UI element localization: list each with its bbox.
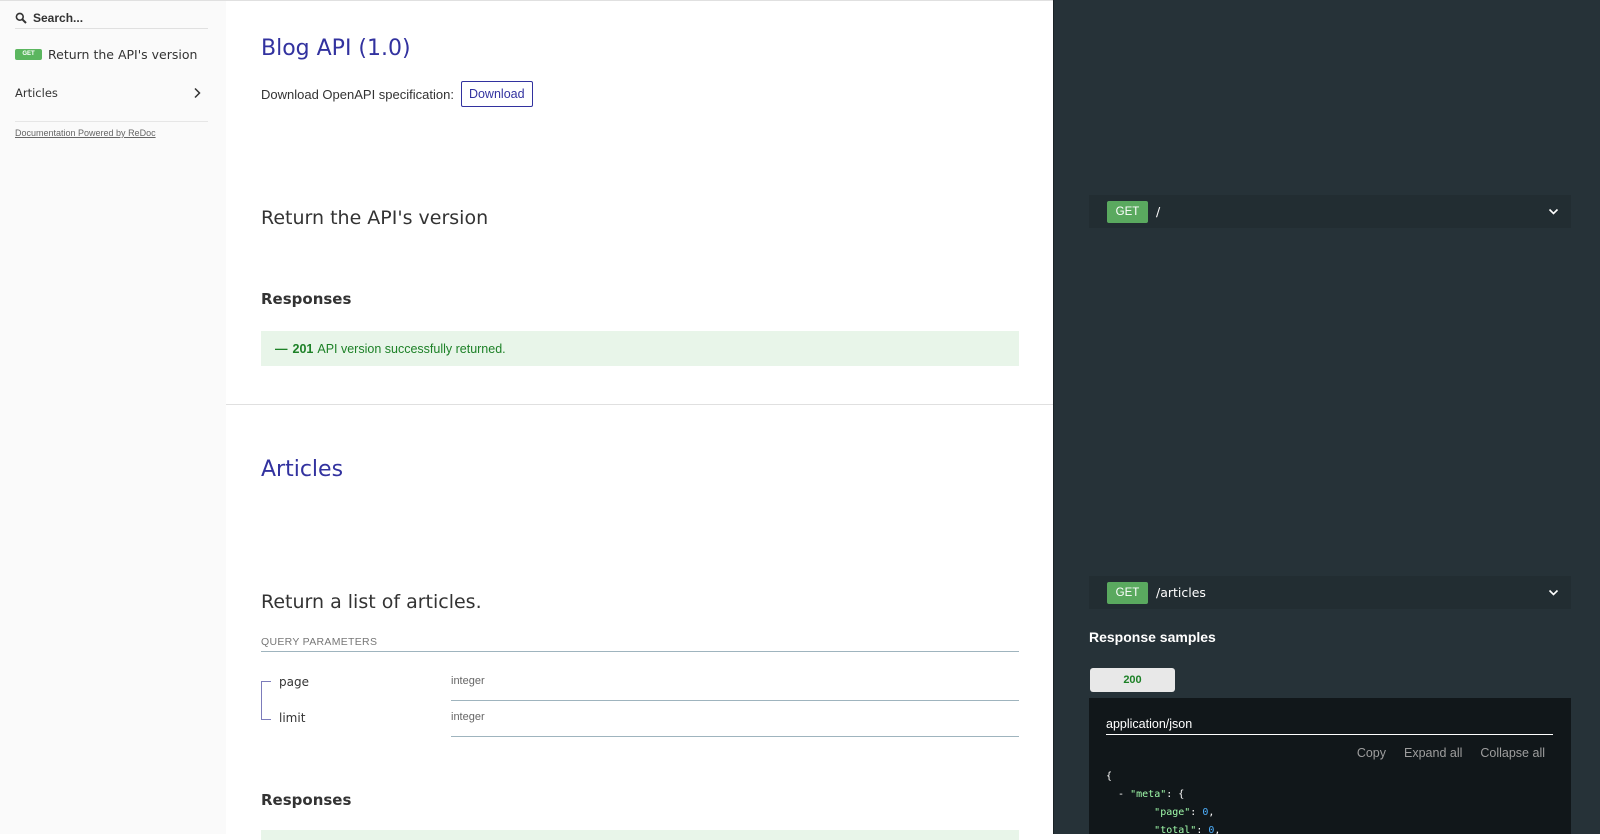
http-verb-badge: GET	[1107, 200, 1148, 223]
json-collapse-toggle[interactable]: -	[1118, 789, 1124, 800]
sidebar: GET Return the API's version Articles Do…	[0, 0, 226, 834]
response-sample-box: application/json Copy Expand all Collaps…	[1089, 698, 1571, 836]
download-text: Download OpenAPI specification:	[261, 86, 454, 102]
param-type: integer	[451, 675, 1019, 701]
tab-status-200[interactable]: 200	[1090, 668, 1175, 692]
sidebar-item-articles[interactable]: Articles	[0, 83, 226, 103]
response-description: API version successfully returned.	[317, 341, 506, 356]
endpoint-get-root[interactable]: GET /	[1089, 195, 1571, 228]
chevron-down-icon[interactable]	[1548, 206, 1559, 217]
search-input[interactable]	[33, 10, 203, 25]
sidebar-item-return-version[interactable]: GET Return the API's version	[0, 44, 226, 64]
param-name: limit	[279, 711, 306, 725]
response-samples-heading: Response samples	[1089, 629, 1216, 645]
param-row-limit: limit integer	[261, 701, 1019, 737]
collapse-all-button[interactable]: Collapse all	[1480, 746, 1545, 760]
download-row: Download OpenAPI specification: Download	[261, 81, 533, 107]
main-content: Blog API (1.0) Download OpenAPI specific…	[226, 0, 1053, 840]
json-punct: : {	[1166, 789, 1185, 800]
query-parameters-heading: QUERY PARAMETERS	[261, 636, 1019, 652]
operation-title-articles: Return a list of articles.	[261, 591, 482, 613]
json-open-brace: {	[1106, 771, 1113, 782]
param-name: page	[279, 675, 309, 689]
download-button[interactable]: Download	[460, 81, 533, 107]
page-title: Blog API (1.0)	[261, 36, 411, 61]
json-key: "page"	[1154, 807, 1191, 818]
powered-by-link[interactable]: Documentation Powered by ReDoc	[15, 128, 156, 138]
sidebar-divider	[15, 121, 208, 122]
collapse-dash: —	[275, 341, 288, 356]
copy-button[interactable]: Copy	[1357, 746, 1386, 760]
json-key: "total"	[1154, 825, 1197, 836]
param-type: integer	[451, 711, 1019, 737]
search-icon	[15, 12, 27, 24]
chevron-right-icon[interactable]	[192, 87, 202, 99]
responses-heading: Responses	[261, 290, 352, 308]
search-box	[15, 7, 208, 29]
json-sample: { - "meta": { "page": 0, "total": 0,	[1106, 771, 1221, 836]
section-divider	[226, 404, 1053, 405]
responses-heading: Responses	[261, 791, 352, 809]
expand-all-button[interactable]: Expand all	[1404, 746, 1462, 760]
endpoint-path: /articles	[1156, 585, 1206, 600]
response-code: 201	[292, 341, 314, 356]
sidebar-item-label: Articles	[15, 86, 58, 100]
sample-actions: Copy Expand all Collapse all	[1357, 746, 1545, 760]
http-verb-badge: GET	[1107, 581, 1148, 604]
param-row-page: page integer	[261, 665, 1019, 701]
section-title-articles: Articles	[261, 457, 344, 482]
sidebar-item-label: Return the API's version	[48, 46, 198, 62]
chevron-down-icon[interactable]	[1548, 587, 1559, 598]
endpoint-path: /	[1156, 204, 1161, 219]
content-type-select[interactable]: application/json	[1106, 717, 1553, 735]
get-badge: GET	[15, 48, 42, 60]
right-panel: GET / GET /articles Response samples 200…	[1053, 0, 1600, 836]
endpoint-get-articles[interactable]: GET /articles	[1089, 576, 1571, 609]
response-201[interactable]: — 201 API version successfully returned.	[261, 331, 1019, 366]
response-bar-partial[interactable]	[261, 830, 1019, 840]
operation-title-version: Return the API's version	[261, 207, 489, 229]
json-key: "meta"	[1130, 789, 1167, 800]
